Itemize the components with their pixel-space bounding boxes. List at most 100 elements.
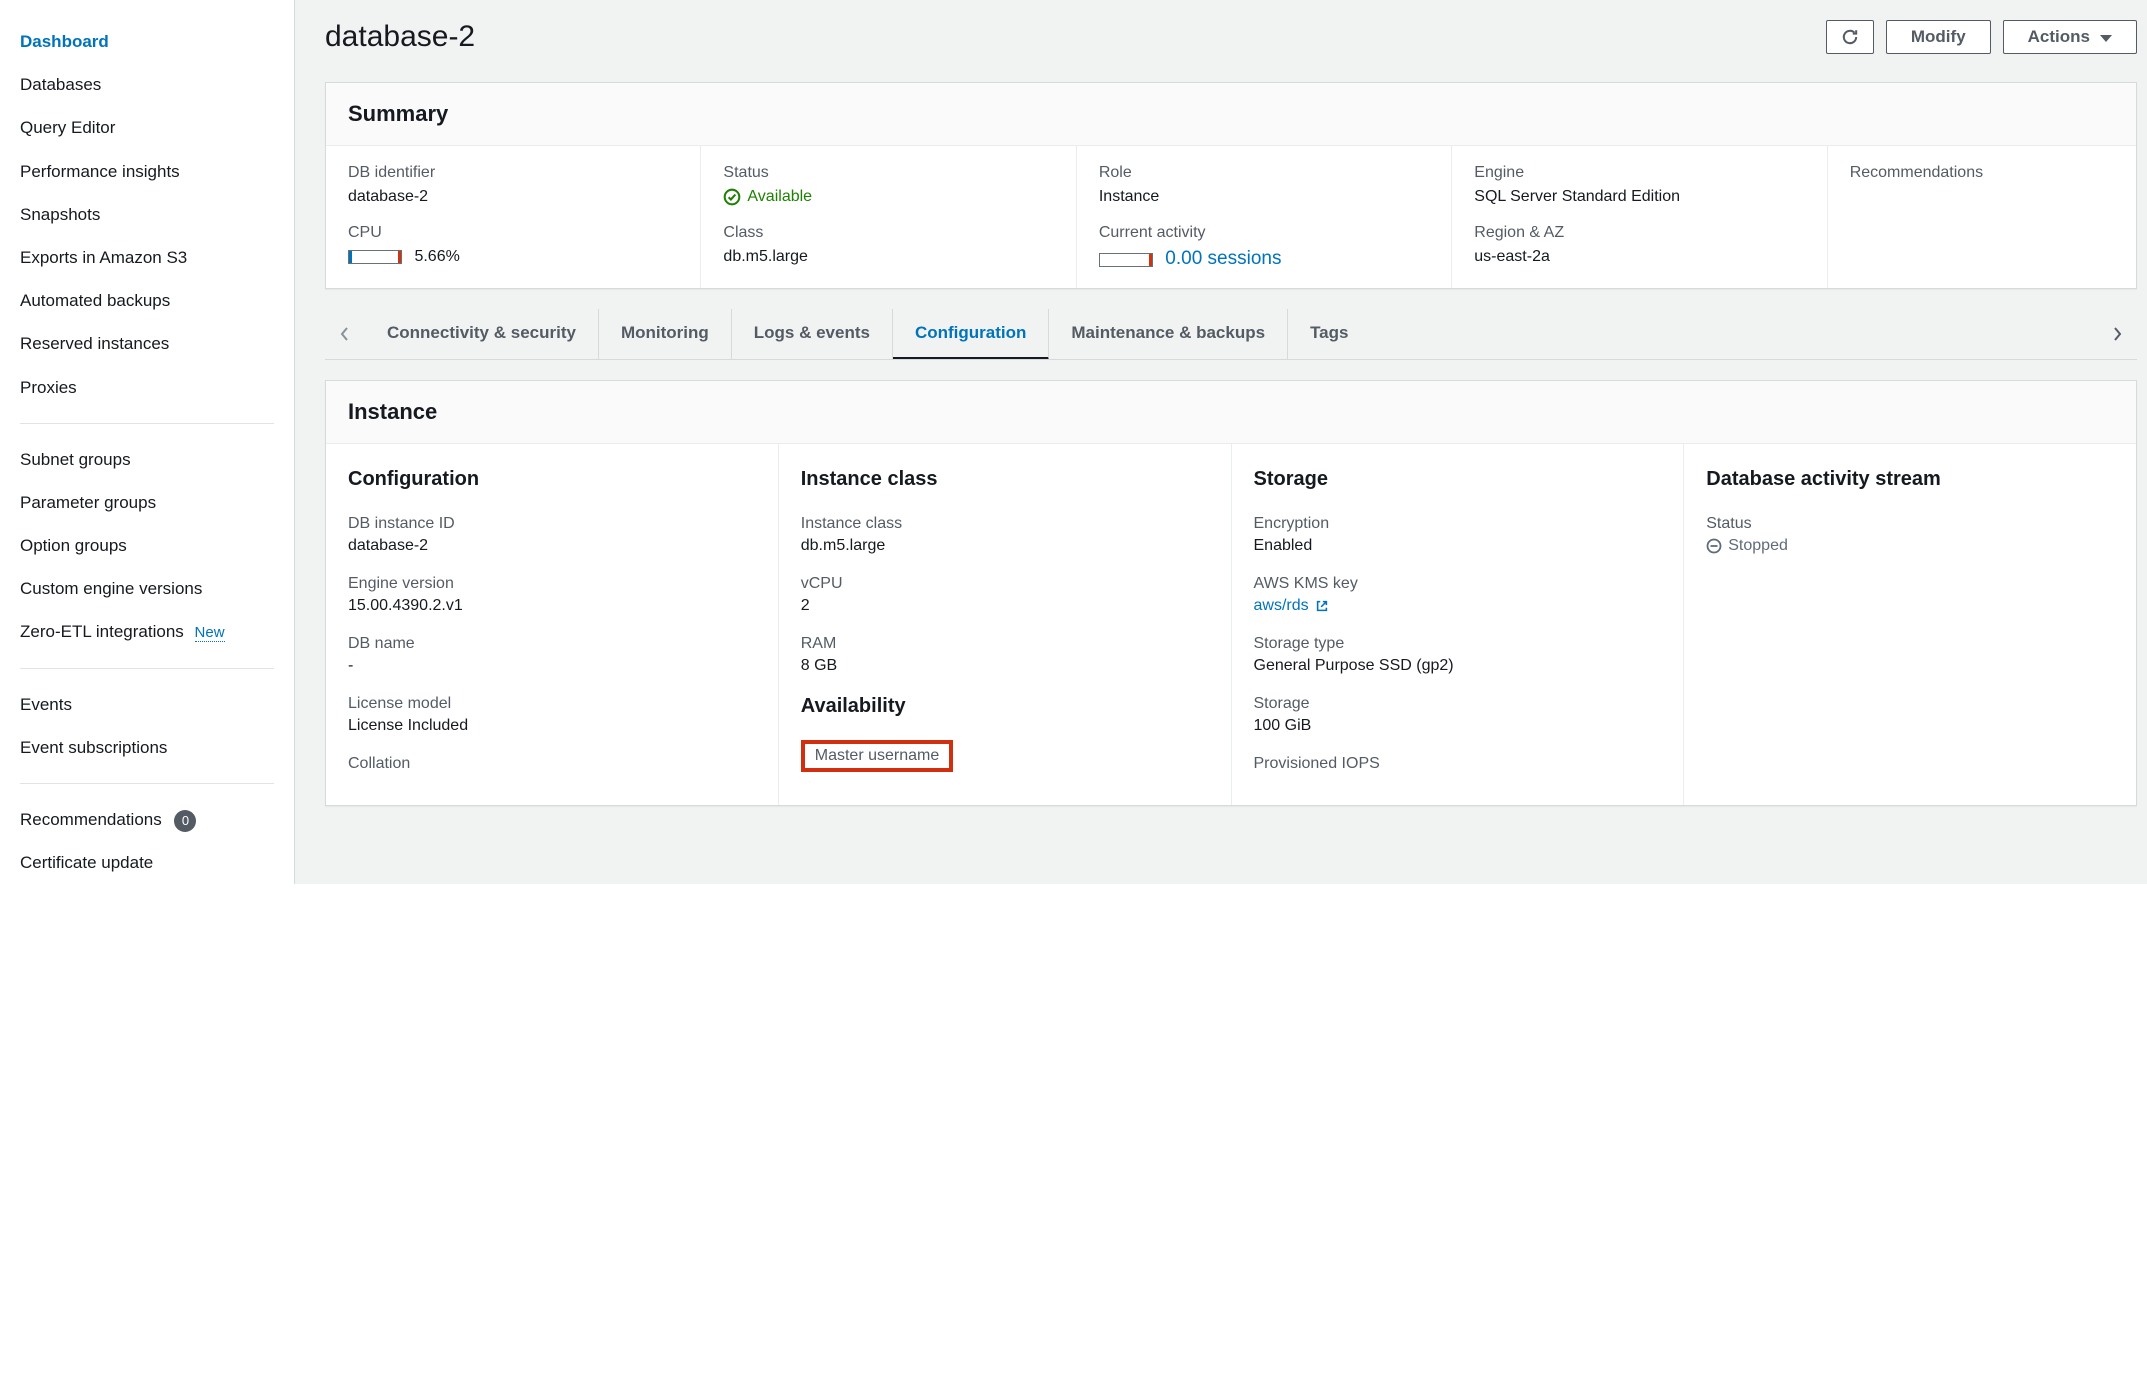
- vcpu-value: 2: [801, 597, 1209, 615]
- refresh-button[interactable]: [1826, 20, 1874, 54]
- dbid-label: DB identifier: [348, 164, 678, 182]
- nav-certificate-update[interactable]: Certificate update: [0, 841, 294, 884]
- das-status-value: Stopped: [1706, 537, 1788, 555]
- activity-value: 0.00 sessions: [1099, 248, 1429, 270]
- ram-label: RAM: [801, 635, 1209, 653]
- summary-body: DB identifier database-2 CPU 5.66% Statu…: [326, 146, 2136, 288]
- encryption-value: Enabled: [1254, 537, 1662, 555]
- instance-header: Instance: [326, 381, 2136, 444]
- storagetype-value: General Purpose SSD (gp2): [1254, 657, 1662, 675]
- dbinstanceid-value: database-2: [348, 537, 756, 555]
- tab-tags[interactable]: Tags: [1288, 309, 1370, 359]
- tab-configuration[interactable]: Configuration: [893, 309, 1049, 359]
- nav-databases[interactable]: Databases: [0, 63, 294, 106]
- instclass-value: db.m5.large: [801, 537, 1209, 555]
- cpu-value: 5.66%: [348, 248, 678, 266]
- modify-button[interactable]: Modify: [1886, 20, 1991, 54]
- dbid-value: database-2: [348, 188, 678, 206]
- nav-exports-s3[interactable]: Exports in Amazon S3: [0, 236, 294, 279]
- status-value: Available: [723, 188, 812, 206]
- engine-label: Engine: [1474, 164, 1804, 182]
- refresh-icon: [1841, 28, 1859, 46]
- recs-label: Recommendations: [1850, 164, 2114, 182]
- nav-parameter-groups[interactable]: Parameter groups: [0, 481, 294, 524]
- storage-label: Storage: [1254, 695, 1662, 713]
- summary-col-role: Role Instance Current activity 0.00 sess…: [1077, 146, 1452, 288]
- tab-logs-events[interactable]: Logs & events: [732, 309, 893, 359]
- engver-label: Engine version: [348, 575, 756, 593]
- region-value: us-east-2a: [1474, 248, 1804, 266]
- engver-value: 15.00.4390.2.v1: [348, 597, 756, 615]
- col-configuration: Configuration DB instance ID database-2 …: [326, 444, 779, 805]
- sidebar: Dashboard Databases Query Editor Perform…: [0, 0, 295, 884]
- nav-recommendations-label: Recommendations: [20, 810, 162, 829]
- master-username-label: Master username: [815, 747, 940, 765]
- configuration-heading: Configuration: [348, 468, 756, 491]
- activity-stream-heading: Database activity stream: [1706, 468, 2114, 491]
- nav-snapshots[interactable]: Snapshots: [0, 193, 294, 236]
- main-content: database-2 Modify Actions Summary DB ide…: [295, 0, 2147, 884]
- nav-dashboard[interactable]: Dashboard: [0, 20, 294, 63]
- nav-reserved-instances[interactable]: Reserved instances: [0, 322, 294, 365]
- summary-header: Summary: [326, 83, 2136, 146]
- dbinstanceid-label: DB instance ID: [348, 515, 756, 533]
- instance-card: Instance Configuration DB instance ID da…: [325, 380, 2137, 806]
- sessions-link[interactable]: 0.00 sessions: [1165, 248, 1281, 269]
- page-header: database-2 Modify Actions: [325, 10, 2137, 82]
- tab-maintenance-backups[interactable]: Maintenance & backups: [1049, 309, 1288, 359]
- tab-monitoring[interactable]: Monitoring: [599, 309, 732, 359]
- vcpu-label: vCPU: [801, 575, 1209, 593]
- activity-bar: [1099, 253, 1153, 267]
- external-link-icon: [1315, 599, 1329, 613]
- col-instance-class: Instance class Instance class db.m5.larg…: [779, 444, 1232, 805]
- actions-label: Actions: [2028, 27, 2090, 47]
- dbname-label: DB name: [348, 635, 756, 653]
- actions-button[interactable]: Actions: [2003, 20, 2137, 54]
- nav-event-subscriptions[interactable]: Event subscriptions: [0, 726, 294, 769]
- divider: [20, 668, 274, 669]
- page-title: database-2: [325, 20, 475, 54]
- collation-label: Collation: [348, 755, 756, 773]
- availability-heading: Availability: [801, 695, 1209, 718]
- divider: [20, 423, 274, 424]
- tab-connectivity-security[interactable]: Connectivity & security: [365, 309, 599, 359]
- caret-down-icon: [2100, 35, 2112, 42]
- instance-title: Instance: [348, 399, 2114, 425]
- nav-zero-etl-label: Zero-ETL integrations: [20, 622, 184, 641]
- chevron-right-icon: [2112, 326, 2122, 342]
- cpu-bar: [348, 250, 402, 264]
- nav-recommendations[interactable]: Recommendations 0: [0, 798, 294, 841]
- chevron-left-icon: [340, 326, 350, 342]
- nav-query-editor[interactable]: Query Editor: [0, 106, 294, 149]
- nav-custom-engine-versions[interactable]: Custom engine versions: [0, 567, 294, 610]
- status-label: Status: [723, 164, 1053, 182]
- header-actions: Modify Actions: [1826, 20, 2137, 54]
- tab-scroll-left[interactable]: [325, 326, 365, 342]
- class-label: Class: [723, 224, 1053, 242]
- engine-value: SQL Server Standard Edition: [1474, 188, 1804, 206]
- tab-scroll-right[interactable]: [2097, 326, 2137, 342]
- stopped-icon: [1706, 538, 1722, 554]
- nav-performance-insights[interactable]: Performance insights: [0, 150, 294, 193]
- das-status-label: Status: [1706, 515, 2114, 533]
- storage-value: 100 GiB: [1254, 717, 1662, 735]
- iops-label: Provisioned IOPS: [1254, 755, 1662, 773]
- nav-proxies[interactable]: Proxies: [0, 366, 294, 409]
- license-label: License model: [348, 695, 756, 713]
- tabs: Connectivity & security Monitoring Logs …: [365, 309, 2097, 359]
- recommendations-count-badge: 0: [174, 810, 196, 832]
- summary-col-recommendations: Recommendations: [1828, 146, 2136, 288]
- master-username-highlight: Master username: [801, 740, 954, 772]
- nav-automated-backups[interactable]: Automated backups: [0, 279, 294, 322]
- kms-label: AWS KMS key: [1254, 575, 1662, 593]
- col-storage: Storage Encryption Enabled AWS KMS key a…: [1232, 444, 1685, 805]
- class-value: db.m5.large: [723, 248, 1053, 266]
- col-activity-stream: Database activity stream Status Stopped: [1684, 444, 2136, 805]
- nav-events[interactable]: Events: [0, 683, 294, 726]
- nav-subnet-groups[interactable]: Subnet groups: [0, 438, 294, 481]
- kms-link[interactable]: aws/rds: [1254, 597, 1329, 615]
- nav-option-groups[interactable]: Option groups: [0, 524, 294, 567]
- nav-zero-etl[interactable]: Zero-ETL integrations New: [0, 610, 294, 653]
- cpu-label: CPU: [348, 224, 678, 242]
- role-label: Role: [1099, 164, 1429, 182]
